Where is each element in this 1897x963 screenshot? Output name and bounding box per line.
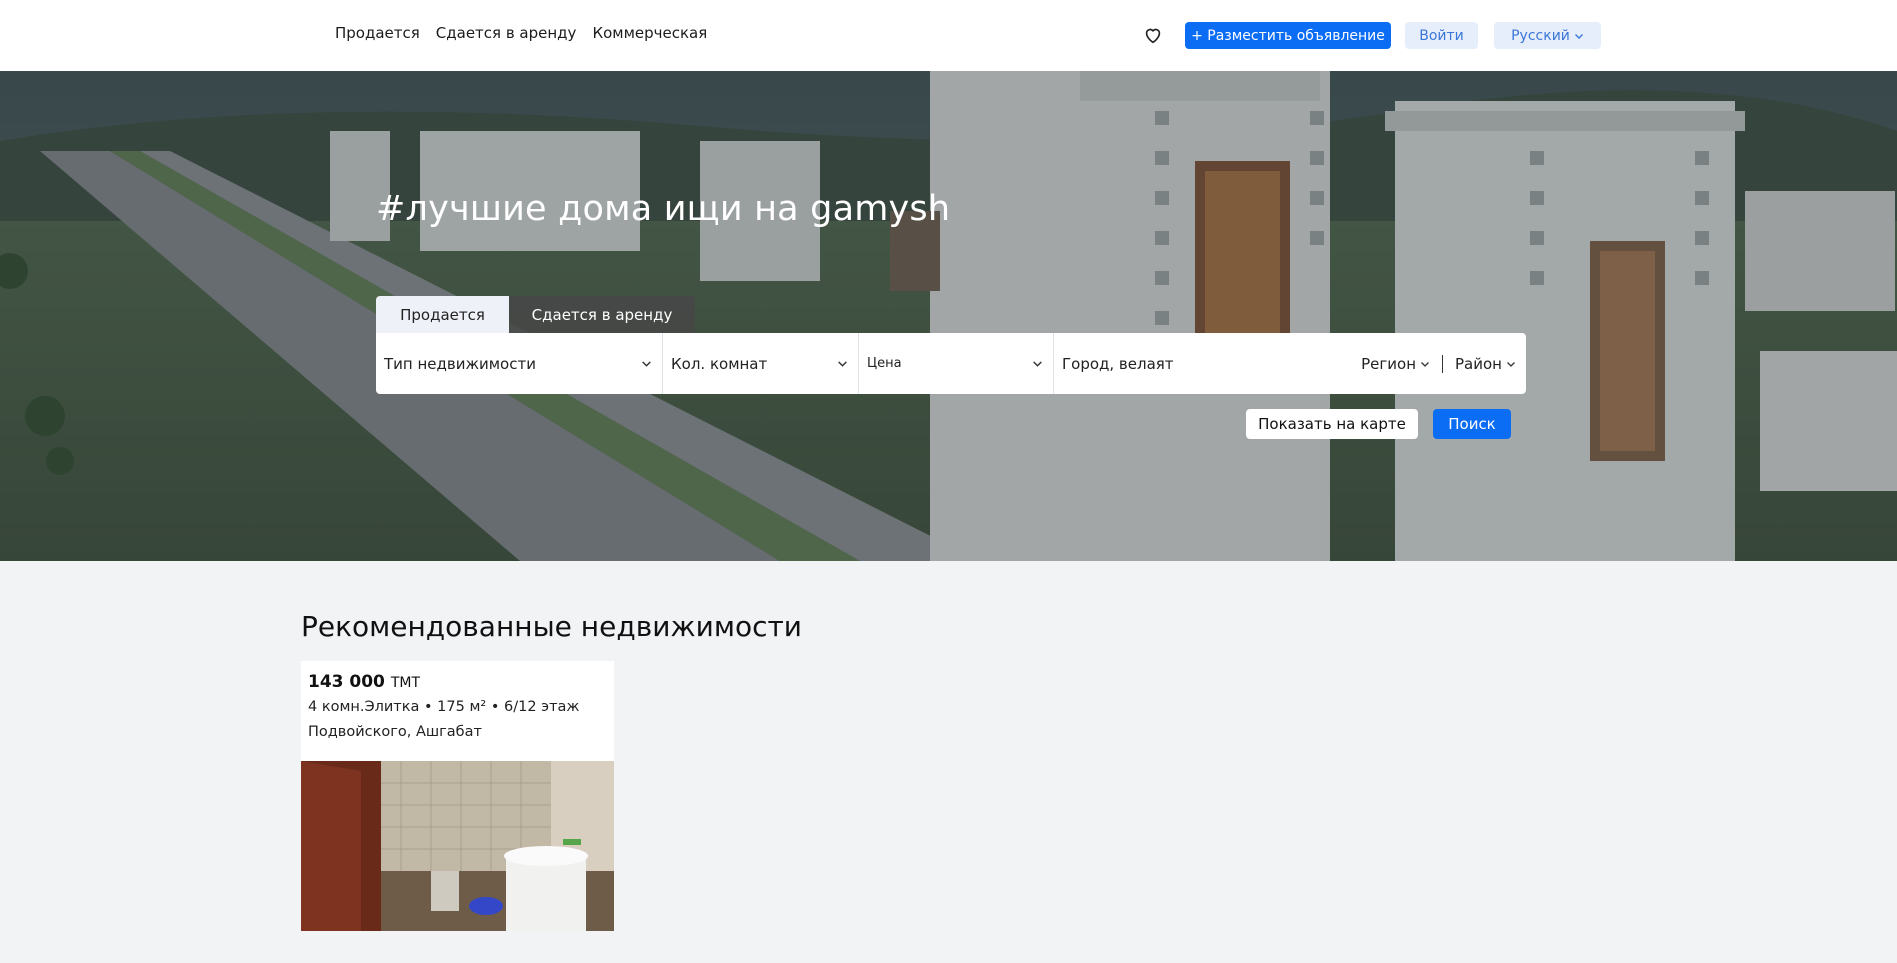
listing-currency: ТМТ <box>390 675 420 691</box>
rooms-label: Кол. комнат <box>671 354 768 373</box>
chevron-down-icon <box>838 361 847 367</box>
recommended-section-title: Рекомендованные недвижимости <box>301 610 802 643</box>
listing-address: Подвойского, Ашгабат <box>308 724 482 740</box>
search-filters-bar: Тип недвижимости Кол. комнат Цена Город,… <box>376 333 1526 394</box>
district-label: Район <box>1455 354 1502 373</box>
post-ad-button[interactable]: + Разместить объявление <box>1185 22 1391 49</box>
main-nav: Продается Сдается в аренду Коммерческая <box>335 24 707 42</box>
search-button[interactable]: Поиск <box>1433 409 1511 439</box>
listing-price-value: 143 000 <box>308 672 385 692</box>
listing-price: 143 000 ТМТ <box>308 672 420 692</box>
nav-for-sale[interactable]: Продается <box>335 24 420 42</box>
region-select[interactable]: Регион <box>1361 355 1430 373</box>
tab-for-sale[interactable]: Продается <box>376 296 509 333</box>
chevron-down-icon <box>1421 361 1429 367</box>
hero-title: #лучшие дома ищи на gamysh <box>376 189 951 229</box>
district-select[interactable]: Район <box>1455 355 1516 373</box>
divider <box>1442 354 1444 373</box>
region-label: Регион <box>1361 354 1417 373</box>
top-header: Продается Сдается в аренду Коммерческая … <box>0 0 1897 71</box>
nav-commercial[interactable]: Коммерческая <box>592 24 707 42</box>
region-district-group: Регион Район <box>1361 354 1516 373</box>
language-selector[interactable]: Русский <box>1494 22 1601 49</box>
login-button[interactable]: Войти <box>1405 22 1478 49</box>
tab-for-rent[interactable]: Сдается в аренду <box>509 296 695 333</box>
rooms-select[interactable]: Кол. комнат <box>663 333 859 394</box>
property-type-label: Тип недвижимости <box>384 354 536 373</box>
listing-photo <box>301 761 614 931</box>
chevron-down-icon <box>1507 361 1515 367</box>
listing-card[interactable]: 143 000 ТМТ 4 комн.Элитка • 175 м² • 6/1… <box>301 661 614 931</box>
property-type-select[interactable]: Тип недвижимости <box>376 333 663 394</box>
hero-section: #лучшие дома ищи на gamysh Продается Сда… <box>0 71 1897 561</box>
heart-icon[interactable] <box>1142 24 1164 46</box>
chevron-down-icon <box>642 361 651 367</box>
chevron-down-icon <box>1574 33 1583 39</box>
chevron-down-icon <box>1033 361 1042 367</box>
language-label: Русский <box>1511 27 1570 44</box>
price-label: Цена <box>867 356 902 371</box>
city-input[interactable]: Город, велаят <box>1062 355 1174 373</box>
city-field[interactable]: Город, велаят Регион Район <box>1054 333 1526 394</box>
nav-for-rent[interactable]: Сдается в аренду <box>436 24 577 42</box>
listing-details: 4 комн.Элитка • 175 м² • 6/12 этаж <box>308 699 580 715</box>
show-on-map-button[interactable]: Показать на карте <box>1246 409 1418 439</box>
price-select[interactable]: Цена <box>859 333 1054 394</box>
